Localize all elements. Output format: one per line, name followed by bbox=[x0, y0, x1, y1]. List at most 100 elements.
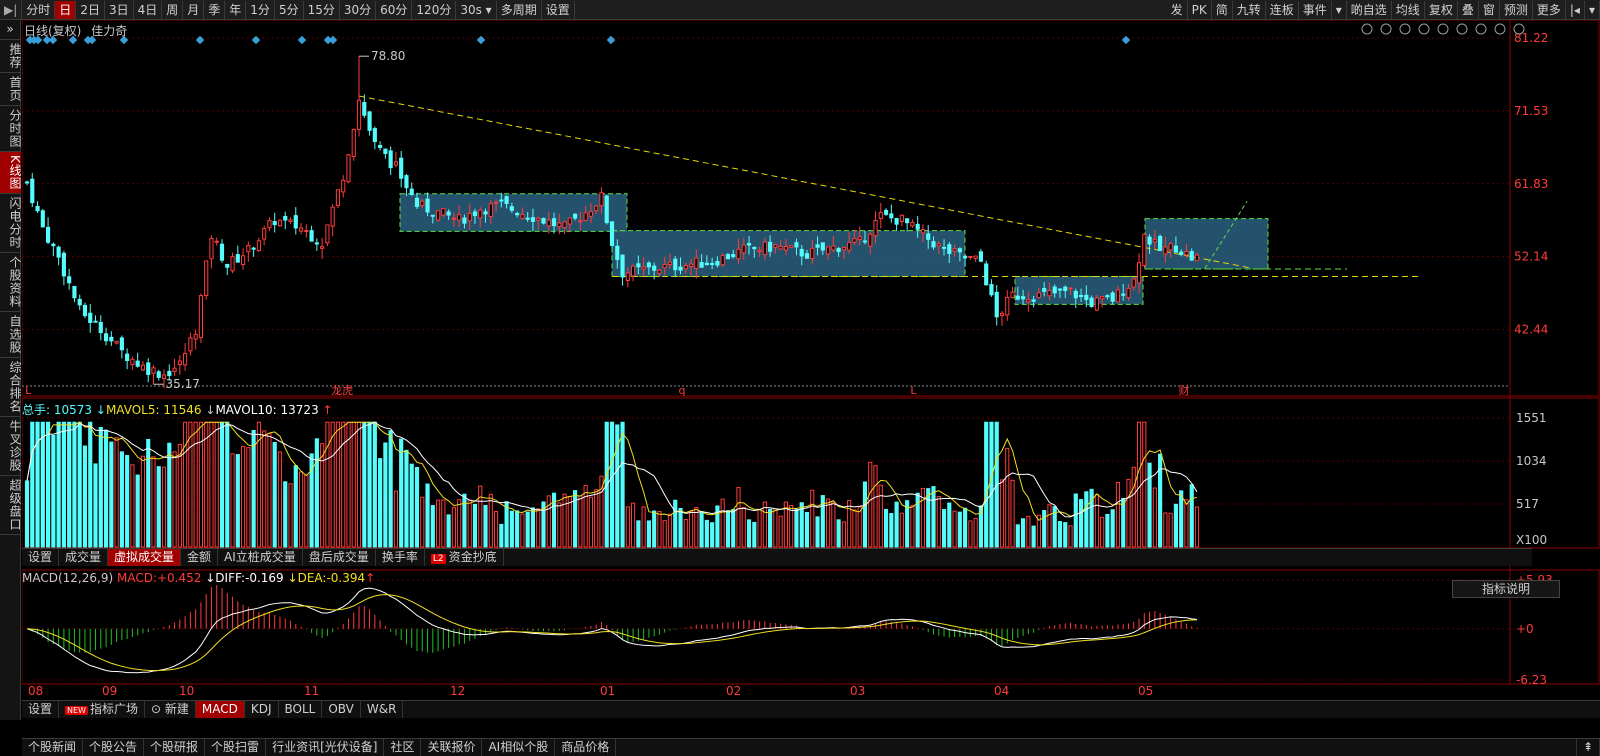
candle-body bbox=[657, 269, 662, 274]
tool-button-4[interactable]: 连板 bbox=[1266, 0, 1299, 19]
volume-tab-2[interactable]: 虚拟成交量 bbox=[108, 549, 182, 566]
volume-bar bbox=[520, 513, 525, 548]
volume-tab-7[interactable]: L2 资金抄底 bbox=[425, 549, 504, 566]
candle-body bbox=[594, 205, 599, 212]
volume-tab-4[interactable]: AI立桩成交量 bbox=[218, 549, 303, 566]
candle-body bbox=[135, 360, 140, 367]
bottom-tab-7[interactable]: AI相似个股 bbox=[482, 739, 556, 756]
indicator-tab-1[interactable]: NEW 指标广场 bbox=[59, 701, 145, 718]
volume-bar bbox=[530, 507, 536, 548]
indicator-tab-3[interactable]: MACD bbox=[195, 701, 245, 718]
period-tab-14[interactable]: 120分 bbox=[412, 0, 457, 19]
period-tab-12[interactable]: 30分 bbox=[340, 0, 377, 19]
period-tab-9[interactable]: 1分 bbox=[246, 0, 275, 19]
volume-tab-1[interactable]: 成交量 bbox=[59, 549, 109, 566]
candle bbox=[383, 148, 388, 159]
sidebar-item-7[interactable]: 综合排名 bbox=[0, 358, 22, 417]
bottom-tab-6[interactable]: 关联报价 bbox=[421, 739, 483, 756]
volume-tab-6[interactable]: 换手率 bbox=[376, 549, 425, 566]
indicator-tab-2[interactable]: ⊙ 新建 bbox=[145, 701, 196, 718]
candle bbox=[620, 254, 625, 286]
bottom-tab-3[interactable]: 个股扫雷 bbox=[205, 739, 267, 756]
volume-bar bbox=[130, 464, 135, 548]
period-tab-13[interactable]: 60分 bbox=[376, 0, 413, 19]
tool-button-14[interactable]: |◂ bbox=[1566, 0, 1585, 19]
candle bbox=[24, 180, 30, 186]
tool-button-9[interactable]: 复权 bbox=[1425, 0, 1458, 19]
tool-button-13[interactable]: 更多 bbox=[1533, 0, 1566, 19]
sidebar-item-3[interactable]: K线图 bbox=[0, 152, 22, 194]
tool-button-10[interactable]: 叠 bbox=[1458, 0, 1479, 19]
sidebar-item-5[interactable]: 个股资料 bbox=[0, 253, 22, 312]
sidebar-item-8[interactable]: 牛叉诊股 bbox=[0, 417, 22, 476]
candle-body bbox=[999, 312, 1005, 316]
period-tab-17[interactable]: 设置 bbox=[542, 0, 575, 19]
candle-body bbox=[156, 371, 161, 378]
tool-button-3[interactable]: 九转 bbox=[1233, 0, 1266, 19]
sidebar-item-9[interactable]: 超级盘口 bbox=[0, 476, 22, 535]
indicator-tab-4[interactable]: KDJ bbox=[245, 701, 279, 718]
bottom-tab-4[interactable]: 行业资讯[光伏设备] bbox=[266, 739, 385, 756]
volume-tab-3[interactable]: 金额 bbox=[181, 549, 219, 566]
period-tab-4[interactable]: 4日 bbox=[134, 0, 163, 19]
candle bbox=[235, 245, 240, 263]
sidebar-item-1[interactable]: 首页 bbox=[0, 73, 22, 106]
volume-bar bbox=[467, 499, 472, 548]
volume-tab-0[interactable]: 设置 bbox=[22, 549, 60, 566]
play-icon[interactable]: ▶| bbox=[0, 0, 23, 19]
candle-body bbox=[910, 221, 915, 227]
candle-body bbox=[957, 248, 962, 253]
tool-button-12[interactable]: 预测 bbox=[1500, 0, 1533, 19]
period-tab-1[interactable]: 日 bbox=[55, 0, 77, 19]
period-tab-3[interactable]: 3日 bbox=[105, 0, 134, 19]
period-tab-7[interactable]: 季 bbox=[204, 0, 226, 19]
tool-button-15[interactable]: ▾ bbox=[1585, 0, 1600, 19]
candle-body bbox=[862, 240, 868, 243]
period-tab-5[interactable]: 周 bbox=[162, 0, 184, 19]
kline-chart[interactable]: 81.22 71.53 61.83 52.14 42.44 1551 1034 517 X100… bbox=[22, 20, 1600, 720]
indicator-tab-5[interactable]: BOLL bbox=[279, 701, 323, 718]
indicator-explain-button[interactable]: 指标说明 bbox=[1452, 580, 1560, 598]
expand-icon[interactable]: » bbox=[0, 20, 21, 40]
sidebar-item-6[interactable]: 自选股 bbox=[0, 312, 22, 358]
volume-bar bbox=[1063, 522, 1068, 548]
period-tab-8[interactable]: 年 bbox=[225, 0, 247, 19]
bottom-tab-5[interactable]: 社区 bbox=[384, 739, 422, 756]
candle bbox=[330, 204, 335, 237]
period-tab-15[interactable]: 30s ▾ bbox=[456, 0, 497, 19]
bottom-tab-0[interactable]: 个股新闻 bbox=[22, 739, 84, 756]
tool-button-7[interactable]: 啲自选 bbox=[1347, 0, 1392, 19]
collapse-up-icon[interactable]: ⇞ bbox=[1575, 739, 1600, 756]
tool-button-2[interactable]: 简 bbox=[1212, 0, 1233, 19]
candle-body bbox=[125, 353, 130, 361]
tool-button-8[interactable]: 均线 bbox=[1392, 0, 1425, 19]
candle-body bbox=[267, 220, 272, 229]
period-tab-0[interactable]: 分时 bbox=[22, 0, 56, 19]
tool-button-0[interactable]: 发 bbox=[1167, 0, 1188, 19]
bottom-tab-2[interactable]: 个股研报 bbox=[144, 739, 206, 756]
period-tab-6[interactable]: 月 bbox=[183, 0, 205, 19]
candle-body bbox=[1126, 287, 1131, 299]
volume-bar bbox=[483, 504, 488, 548]
sidebar-item-2[interactable]: 分时图 bbox=[0, 106, 22, 152]
tool-button-5[interactable]: 事件 bbox=[1299, 0, 1332, 19]
volume-tabs: 设置 成交量 虚拟成交量 金额 AI立桩成交量 盘后成交量 换手率 L2 资金抄底 bbox=[22, 548, 1532, 566]
candle-body bbox=[973, 255, 978, 259]
period-tab-2[interactable]: 2日 bbox=[76, 0, 105, 19]
volume-bar bbox=[594, 489, 599, 548]
period-tab-10[interactable]: 5分 bbox=[275, 0, 304, 19]
bottom-tab-8[interactable]: 商品价格 bbox=[555, 739, 617, 756]
sidebar-item-4[interactable]: 闪电分时 bbox=[0, 194, 22, 253]
indicator-tab-6[interactable]: OBV bbox=[322, 701, 361, 718]
tool-button-11[interactable]: 窗 bbox=[1479, 0, 1500, 19]
sidebar-item-0[interactable]: 推荐 bbox=[0, 40, 22, 73]
indicator-tab-7[interactable]: W&R bbox=[361, 701, 404, 718]
volume-tab-5[interactable]: 盘后成交量 bbox=[303, 549, 376, 566]
period-tab-16[interactable]: 多周期 bbox=[497, 0, 542, 19]
dea-arrow-up: ↑ bbox=[365, 571, 376, 585]
tool-button-6[interactable]: ▾ bbox=[1332, 0, 1347, 19]
bottom-tab-1[interactable]: 个股公告 bbox=[83, 739, 145, 756]
period-tab-11[interactable]: 15分 bbox=[304, 0, 340, 19]
indicator-tab-0[interactable]: 设置 bbox=[22, 701, 60, 718]
tool-button-1[interactable]: PK bbox=[1188, 0, 1212, 19]
